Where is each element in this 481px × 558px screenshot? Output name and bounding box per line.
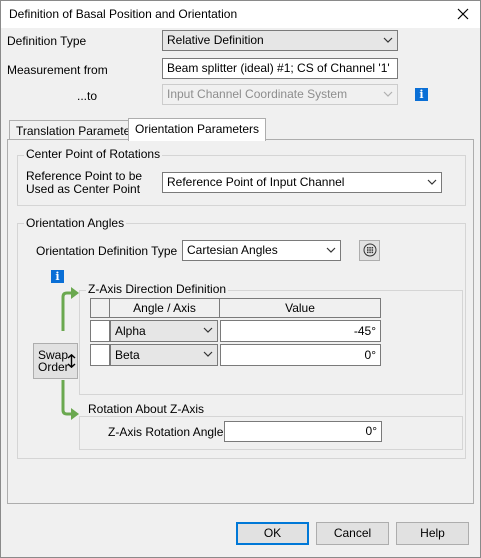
orientation-tab-panel: Center Point of Rotations Reference Poin… (7, 139, 474, 504)
center-point-label-line2: Used as Center Point (26, 182, 141, 196)
to-label: ...to (77, 89, 98, 103)
center-point-group-title: Center Point of Rotations (24, 147, 163, 161)
info-icon[interactable]: i (51, 270, 64, 283)
swap-order-button[interactable]: Swap Order (33, 343, 78, 379)
chevron-down-icon (427, 179, 437, 185)
chevron-down-icon (203, 351, 213, 357)
chevron-down-icon (203, 327, 213, 333)
chevron-down-icon (326, 247, 336, 253)
calculator-icon (363, 243, 376, 257)
ok-button[interactable]: OK (236, 522, 309, 545)
definition-type-select[interactable]: Relative Definition (162, 30, 398, 51)
tab-orientation-parameters[interactable]: Orientation Parameters (128, 118, 267, 141)
to-value: Input Channel Coordinate System (167, 87, 348, 101)
rotation-z-group-title: Rotation About Z-Axis (86, 402, 207, 416)
beta-value-field[interactable]: 0° (220, 344, 381, 366)
close-button[interactable] (446, 1, 480, 28)
angle-table: Angle / Axis Value Alpha -45° Beta 0° (90, 298, 382, 368)
calculator-button[interactable] (359, 240, 380, 261)
tab-translation-parameters[interactable]: Translation Parameters (9, 120, 148, 141)
dialog-window: Definition of Basal Position and Orienta… (0, 0, 481, 558)
chevron-down-icon (383, 91, 393, 97)
cancel-button[interactable]: Cancel (316, 522, 389, 545)
center-point-label-line1: Reference Point to be (26, 169, 143, 183)
beta-axis-select[interactable]: Beta (110, 344, 218, 366)
close-icon (457, 8, 469, 20)
measurement-from-label: Measurement from (7, 63, 108, 77)
center-point-value: Reference Point of Input Channel (167, 175, 345, 189)
help-button[interactable]: Help (396, 522, 469, 545)
definition-type-value: Relative Definition (167, 33, 264, 47)
center-point-select[interactable]: Reference Point of Input Channel (162, 172, 442, 193)
column-header-value: Value (219, 298, 381, 318)
z-rotation-label: Z-Axis Rotation Angle (108, 425, 224, 439)
z-rotation-field[interactable]: 0° (224, 421, 382, 442)
orientation-def-type-label: Orientation Definition Type (36, 244, 178, 258)
row-header[interactable] (90, 344, 110, 366)
orientation-angles-group-title: Orientation Angles (24, 216, 127, 230)
z-axis-direction-group-title: Z-Axis Direction Definition (86, 282, 229, 296)
alpha-axis-select[interactable]: Alpha (110, 320, 218, 342)
orientation-def-type-select[interactable]: Cartesian Angles (182, 240, 341, 261)
alpha-value-field[interactable]: -45° (220, 320, 381, 342)
swap-updown-icon (67, 354, 76, 368)
orientation-def-type-value: Cartesian Angles (187, 243, 278, 257)
measurement-from-field[interactable]: Beam splitter (ideal) #1; CS of Channel … (162, 58, 398, 79)
to-select[interactable]: Input Channel Coordinate System (162, 84, 398, 105)
info-icon[interactable]: i (415, 88, 428, 101)
title-bar: Definition of Basal Position and Orienta… (1, 1, 480, 28)
swap-order-label-line2: Order (38, 360, 69, 374)
chevron-down-icon (383, 37, 393, 43)
table-corner (90, 298, 110, 318)
definition-type-label: Definition Type (7, 34, 87, 48)
table-cell-axis: Alpha (115, 324, 146, 338)
column-header-angle-axis: Angle / Axis (109, 298, 220, 318)
window-title: Definition of Basal Position and Orienta… (9, 7, 238, 21)
row-header[interactable] (90, 320, 110, 342)
table-cell-axis: Beta (115, 348, 140, 362)
